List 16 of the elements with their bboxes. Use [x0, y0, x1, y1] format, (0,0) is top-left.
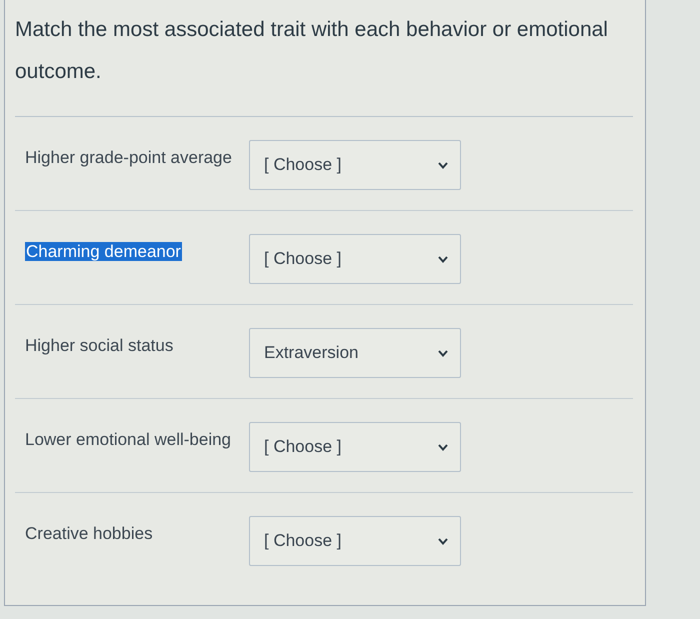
chevron-down-icon — [438, 538, 448, 544]
answer-dropdown[interactable]: [ Choose ] — [249, 516, 461, 566]
answer-dropdown[interactable]: [ Choose ] — [249, 422, 461, 472]
chevron-down-icon — [438, 162, 448, 168]
question-text: Match the most associated trait with each behavior or emotional outcome. — [15, 9, 633, 117]
behavior-label: Creative hobbies — [25, 524, 153, 543]
chevron-down-icon — [438, 256, 448, 262]
answer-dropdown[interactable]: [ Choose ] — [249, 234, 461, 284]
behavior-label: Lower emotional well-being — [25, 430, 232, 449]
behavior-label: Charming demeanor — [25, 242, 182, 261]
chevron-down-icon — [438, 444, 448, 450]
chevron-down-icon — [438, 350, 448, 356]
answer-dropdown[interactable]: Extraversion — [249, 328, 461, 378]
answer-dropdown[interactable]: [ Choose ] — [249, 140, 461, 190]
behavior-label: Higher social status — [25, 336, 174, 355]
behavior-label: Higher grade-point average — [25, 148, 232, 167]
